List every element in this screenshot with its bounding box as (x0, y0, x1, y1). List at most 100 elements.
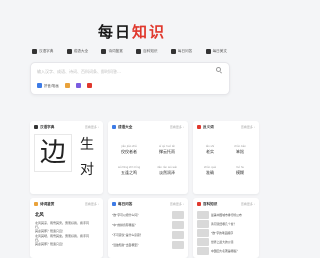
dictionary-icon (34, 125, 38, 129)
nav-item-articles[interactable]: 每日美文 (205, 49, 227, 54)
antonym-item[interactable]: mó hu 模糊 (227, 166, 253, 176)
thumbnail (172, 231, 184, 239)
nav-item-idioms[interactable]: 成语大全 (66, 49, 89, 54)
logo-char: 每 (98, 23, 114, 41)
nav-item-dictionary[interactable]: 汉语字典 (32, 49, 53, 54)
thumbnail (197, 211, 209, 219)
encyclopedia-icon (197, 202, 201, 206)
idiom-item[interactable]: jiǎo jiǎo zhě 佼佼者者 (112, 145, 146, 155)
search-input[interactable] (37, 67, 207, 75)
poem-line: 其虚其邪？既亟只且！ (35, 229, 66, 233)
antonym-item[interactable]: lǎo shí 老实 (197, 145, 223, 155)
pinyin-icon (37, 83, 42, 88)
card-antonyms[interactable]: 反义词 查看更多 › lǎo shí 老实 chǔn bèn 笨拙 zhǔn què 准… (193, 121, 259, 194)
qa-text: "温故知新"出自哪里？ (112, 243, 140, 247)
antonym-item[interactable]: zhǔn què 准确 (197, 166, 223, 176)
card-qa[interactable]: 每日问答 查看更多 › "欲"字可以组什么词？ "中"的拼音有哪些？ "不可思议"… (108, 198, 188, 258)
idiom: 佼佼者者 (121, 149, 137, 154)
card-title: 汉语字典 (40, 124, 55, 129)
thumbnail (197, 238, 209, 246)
encyclopedia-icon (136, 49, 142, 54)
qa-item[interactable]: "温故知新"出自哪里？ (112, 241, 184, 249)
nav-label: 汉语字典 (39, 49, 54, 53)
search-box: 拼音/笔画 (30, 62, 230, 95)
more-link[interactable]: 查看更多 › (85, 125, 99, 129)
idiom-icon (66, 49, 72, 54)
qa-text: "中"的拼音有哪些？ (112, 223, 137, 227)
stroke-icon (75, 83, 81, 88)
card-poem[interactable]: 诗词鉴赏 查看更多 › 北风 北风其凉，雨雪其雱。惠而好我，携手同行。 其虚其邪？… (30, 198, 103, 258)
pinyin: mó hu (235, 166, 245, 169)
thumbnail (172, 241, 184, 249)
antonym-icon (197, 125, 201, 129)
idiom: 五逢之鸣 (121, 170, 137, 175)
top-nav: 汉语字典 成语大全 诗词鉴赏 百科知识 每日问答 每日美文 (32, 49, 227, 54)
main-character[interactable]: 边 (34, 137, 72, 169)
poem-line: 其虚其邪？既亟只且！ (35, 242, 66, 246)
word: 笨拙 (236, 149, 244, 154)
nav-label: 每日美文 (212, 49, 227, 53)
idiom-item[interactable]: dàn rán wú wèi 淡然润泽 (150, 166, 184, 176)
word: 准确 (206, 170, 214, 175)
thumbnail (172, 221, 184, 229)
item-text: 中国四大名著是哪些？ (211, 249, 239, 253)
tool-2[interactable] (64, 83, 70, 88)
card-title: 成语大全 (118, 124, 133, 129)
card-title: 诗词鉴赏 (40, 201, 55, 206)
more-link[interactable]: 查看更多 › (85, 202, 99, 206)
qa-item[interactable]: "不可思议"是什么意思？ (112, 231, 184, 239)
more-link[interactable]: 查看更多 › (170, 125, 184, 129)
card-title: 每日问答 (118, 201, 133, 206)
voice-icon (86, 83, 92, 88)
item-text: 最美中国城市排行榜公布 (211, 213, 242, 217)
poem-title[interactable]: 北风 (35, 212, 44, 218)
encyclopedia-item[interactable]: 黄河流经哪几个省？ (197, 220, 255, 228)
pinyin: lǎo shí (205, 145, 215, 148)
pinyin: zhǔn què (203, 166, 216, 169)
antonym-item[interactable]: chǔn bèn 笨拙 (227, 145, 253, 155)
dictionary-icon (32, 49, 37, 54)
qa-icon (112, 202, 116, 206)
card-encyclopedia[interactable]: 百科知识 查看更多 › 最美中国城市排行榜公布 黄河流经哪几个省？ "欲"字的笔画… (193, 198, 259, 258)
card-idioms[interactable]: 成语大全 查看更多 › jiǎo jiǎo zhě 佼佼者者 sǐ qù huó l… (108, 121, 188, 194)
tool-3[interactable] (75, 83, 81, 88)
encyclopedia-item[interactable]: 世界上最大的沙漠 (197, 238, 255, 246)
logo-char: 日 (115, 23, 131, 41)
idiom-item[interactable]: wǔ fēng zhī míng 五逢之鸣 (112, 166, 146, 176)
tool-pinyin[interactable]: 拼音/笔画 (37, 83, 59, 88)
nav-item-qa[interactable]: 每日问答 (170, 49, 193, 54)
more-link[interactable]: 查看更多 › (241, 202, 255, 206)
encyclopedia-item[interactable]: 中国四大名著是哪些？ (197, 247, 255, 255)
search-icon[interactable] (216, 67, 221, 72)
idiom-icon (112, 125, 116, 129)
more-link[interactable]: 查看更多 › (170, 202, 184, 206)
card-title: 反义词 (203, 124, 214, 129)
qa-item[interactable]: "中"的拼音有哪些？ (112, 221, 184, 229)
nav-item-poems[interactable]: 诗词鉴赏 (101, 49, 123, 54)
thumbnail (197, 247, 209, 255)
item-text: 黄河流经哪几个省？ (211, 222, 237, 226)
nav-label: 成语大全 (73, 49, 89, 53)
page: 每 日 知 识 汉语字典 成语大全 诗词鉴赏 百科知识 每日问答 每日美文 拼音… (0, 0, 259, 258)
idiom-item[interactable]: sǐ qù huó lái 撑云托雨 (150, 145, 184, 155)
qa-icon (170, 49, 176, 54)
qa-item[interactable]: "欲"字可以组什么词？ (112, 211, 184, 219)
card-dictionary[interactable]: 汉语字典 查看更多 › 边 生 对 (30, 121, 103, 194)
qa-text: "欲"字可以组什么词？ (112, 213, 140, 217)
card-title: 百科知识 (203, 201, 218, 206)
encyclopedia-item[interactable]: 最美中国城市排行榜公布 (197, 211, 255, 219)
character[interactable]: 对 (76, 160, 98, 180)
more-link[interactable]: 查看更多 › (241, 125, 255, 129)
idiom: 淡然润泽 (159, 170, 175, 175)
character[interactable]: 生 (76, 135, 98, 155)
nav-label: 每日问答 (177, 49, 193, 53)
nav-label: 百科知识 (143, 49, 158, 53)
tool-4[interactable] (86, 83, 92, 88)
encyclopedia-item[interactable]: "欲"字的笔画顺序 (197, 229, 255, 237)
nav-item-encyclopedia[interactable]: 百科知识 (136, 49, 158, 54)
thumbnail (197, 220, 209, 228)
logo-char: 识 (149, 23, 165, 41)
pinyin: jiǎo jiǎo zhě (121, 145, 137, 148)
thumbnail (197, 229, 209, 237)
tool-label: 拼音/笔画 (44, 84, 59, 88)
